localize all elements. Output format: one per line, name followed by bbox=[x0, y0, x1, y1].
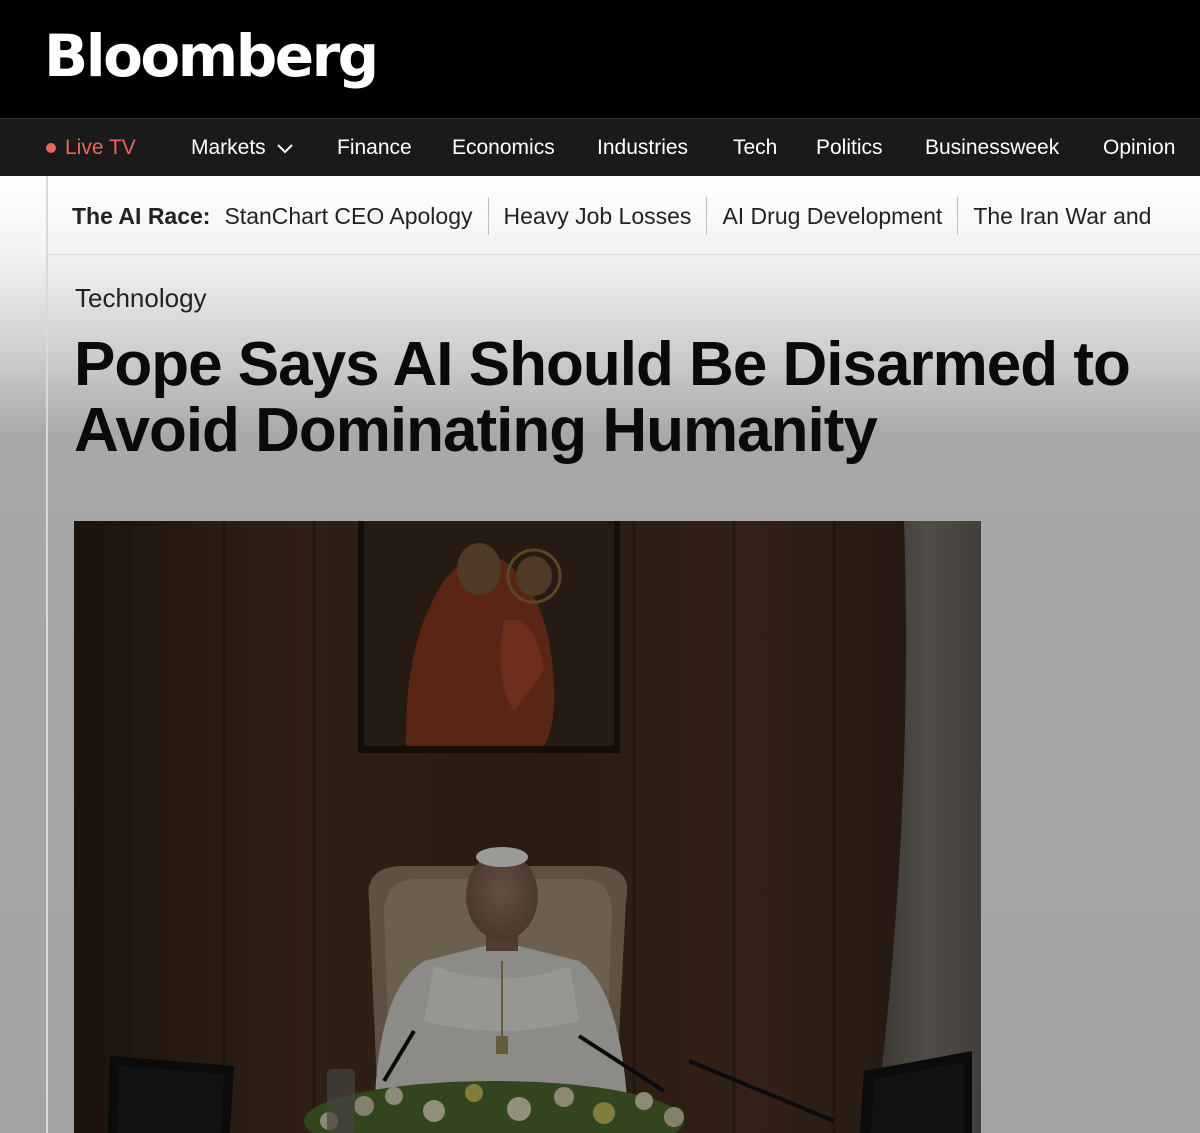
article-page: The AI Race: StanChart CEO Apology Heavy… bbox=[0, 176, 1200, 1133]
ticker-link[interactable]: The Iran War and bbox=[958, 203, 1166, 230]
chevron-down-icon bbox=[276, 144, 293, 154]
nav-economics[interactable]: Economics bbox=[452, 119, 555, 177]
ticker-link[interactable]: Heavy Job Losses bbox=[489, 203, 707, 230]
nav-live-tv-label: Live TV bbox=[65, 136, 136, 159]
nav-opinion[interactable]: Opinion bbox=[1103, 119, 1175, 177]
ticker-divider-line bbox=[48, 254, 1200, 255]
masthead: Bloomberg bbox=[0, 0, 1200, 118]
hero-photo-illustration bbox=[74, 521, 981, 1133]
nav-businessweek[interactable]: Businessweek bbox=[925, 119, 1059, 177]
article-headline: Pope Says AI Should Be Disarmed to Avoid… bbox=[74, 330, 1131, 465]
main-nav: Live TV Markets Finance Economics Indust… bbox=[0, 118, 1200, 176]
live-dot-icon bbox=[46, 143, 56, 153]
nav-politics[interactable]: Politics bbox=[816, 119, 883, 177]
nav-markets-label: Markets bbox=[191, 136, 266, 159]
section-label[interactable]: Technology bbox=[75, 283, 207, 314]
bloomberg-logo[interactable]: Bloomberg bbox=[44, 16, 379, 96]
ticker-label: The AI Race: bbox=[72, 202, 211, 229]
nav-finance[interactable]: Finance bbox=[337, 119, 412, 177]
topic-ticker: The AI Race: StanChart CEO Apology Heavy… bbox=[72, 194, 1166, 238]
ticker-link[interactable]: AI Drug Development bbox=[707, 203, 957, 230]
left-divider bbox=[46, 176, 48, 1133]
ticker-link[interactable]: StanChart CEO Apology bbox=[224, 203, 487, 230]
article-hero-image bbox=[74, 521, 981, 1133]
nav-markets[interactable]: Markets bbox=[191, 119, 294, 177]
nav-live-tv[interactable]: Live TV bbox=[46, 119, 136, 177]
nav-tech[interactable]: Tech bbox=[733, 119, 777, 177]
nav-industries[interactable]: Industries bbox=[597, 119, 688, 177]
